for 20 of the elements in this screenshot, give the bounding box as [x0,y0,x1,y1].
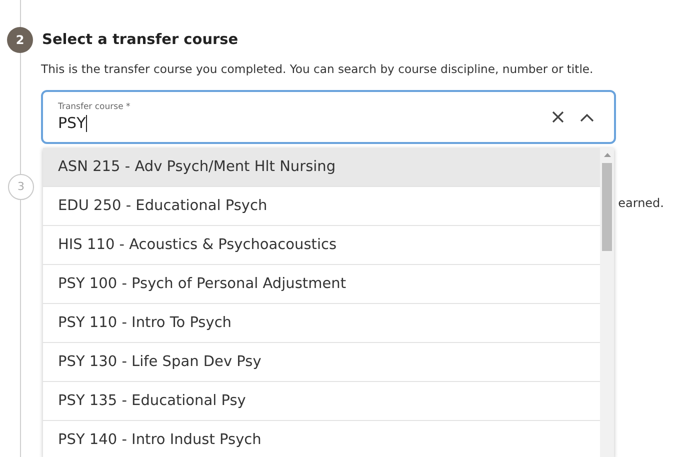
field-value: PSY [58,112,88,132]
step-number: 2 [7,26,33,52]
chevron-icon[interactable] [580,112,594,122]
scrollbar-thumb[interactable] [602,163,612,251]
step-number: 3 [8,174,34,200]
course-option[interactable]: ASN 215 - Adv Psych/Ment Hlt Nursing [43,148,600,187]
transfer-course-field[interactable]: Transfer course * PSY [41,90,616,144]
course-option[interactable]: EDU 250 - Educational Psych [43,187,600,226]
step-description: earned. [618,196,665,210]
course-option[interactable]: PSY 135 - Educational Psy [43,382,600,421]
course-option[interactable]: PSY 110 - Intro To Psych [43,304,600,343]
field-label: Transfer course * [58,102,132,112]
step-description: This is the transfer course you completed. You can search by course discipline, number or title. [41,62,594,76]
step-title: Select a transfer course [42,32,238,48]
course-option[interactable]: HIS 110 - Acoustics & Psychoacoustics [43,226,600,265]
course-option[interactable]: PSY 100 - Psych of Personal Adjustment [43,265,600,304]
course-option[interactable]: PSY 130 - Life Span Dev Psy [43,343,600,382]
clear-icon[interactable] [552,111,564,123]
scrollbar[interactable] [600,148,614,457]
scroll-up-icon[interactable] [604,153,610,157]
